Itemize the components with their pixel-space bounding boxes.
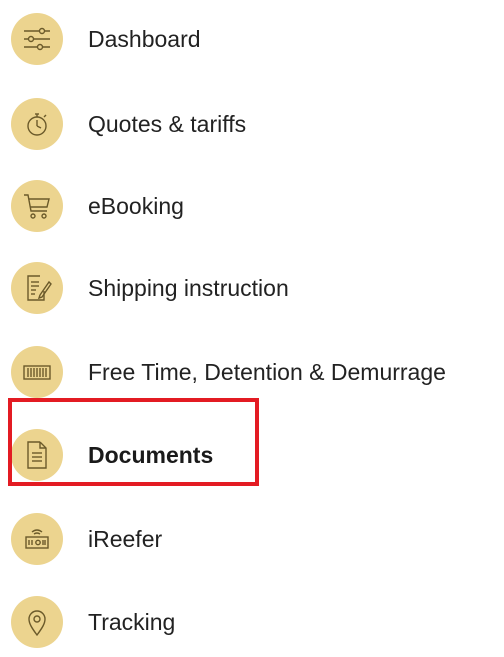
menu-item-quotes-tariffs[interactable]: Quotes & tariffs bbox=[0, 89, 504, 159]
menu-item-label: iReefer bbox=[88, 526, 163, 552]
menu-item-shipping-instruction[interactable]: Shipping instruction bbox=[0, 253, 504, 323]
document-pen-icon bbox=[11, 262, 63, 314]
menu-item-ebooking[interactable]: eBooking bbox=[0, 171, 504, 241]
cart-icon bbox=[11, 180, 63, 232]
sliders-icon bbox=[11, 13, 63, 65]
location-pin-icon bbox=[11, 596, 63, 648]
menu-item-label: Documents bbox=[88, 442, 214, 468]
menu-item-dashboard[interactable]: Dashboard bbox=[0, 4, 504, 74]
menu-item-label: Dashboard bbox=[88, 26, 201, 52]
menu-item-free-time-detention-demurrage[interactable]: Free Time, Detention & Demurrage bbox=[0, 337, 504, 407]
reefer-icon bbox=[11, 513, 63, 565]
side-navigation-menu: Dashboard Quotes & tariffs eBooking Ship… bbox=[0, 0, 504, 648]
menu-item-label: Tracking bbox=[88, 609, 176, 635]
menu-item-documents[interactable]: Documents bbox=[0, 420, 504, 490]
menu-item-ireefer[interactable]: iReefer bbox=[0, 504, 504, 574]
stopwatch-icon bbox=[11, 98, 63, 150]
menu-item-label: Free Time, Detention & Demurrage bbox=[88, 359, 446, 385]
menu-item-label: Quotes & tariffs bbox=[88, 111, 247, 137]
menu-item-label: eBooking bbox=[88, 193, 184, 219]
menu-item-label: Shipping instruction bbox=[88, 275, 289, 301]
menu-item-tracking[interactable]: Tracking bbox=[0, 587, 504, 657]
container-icon bbox=[11, 346, 63, 398]
document-icon bbox=[11, 429, 63, 481]
